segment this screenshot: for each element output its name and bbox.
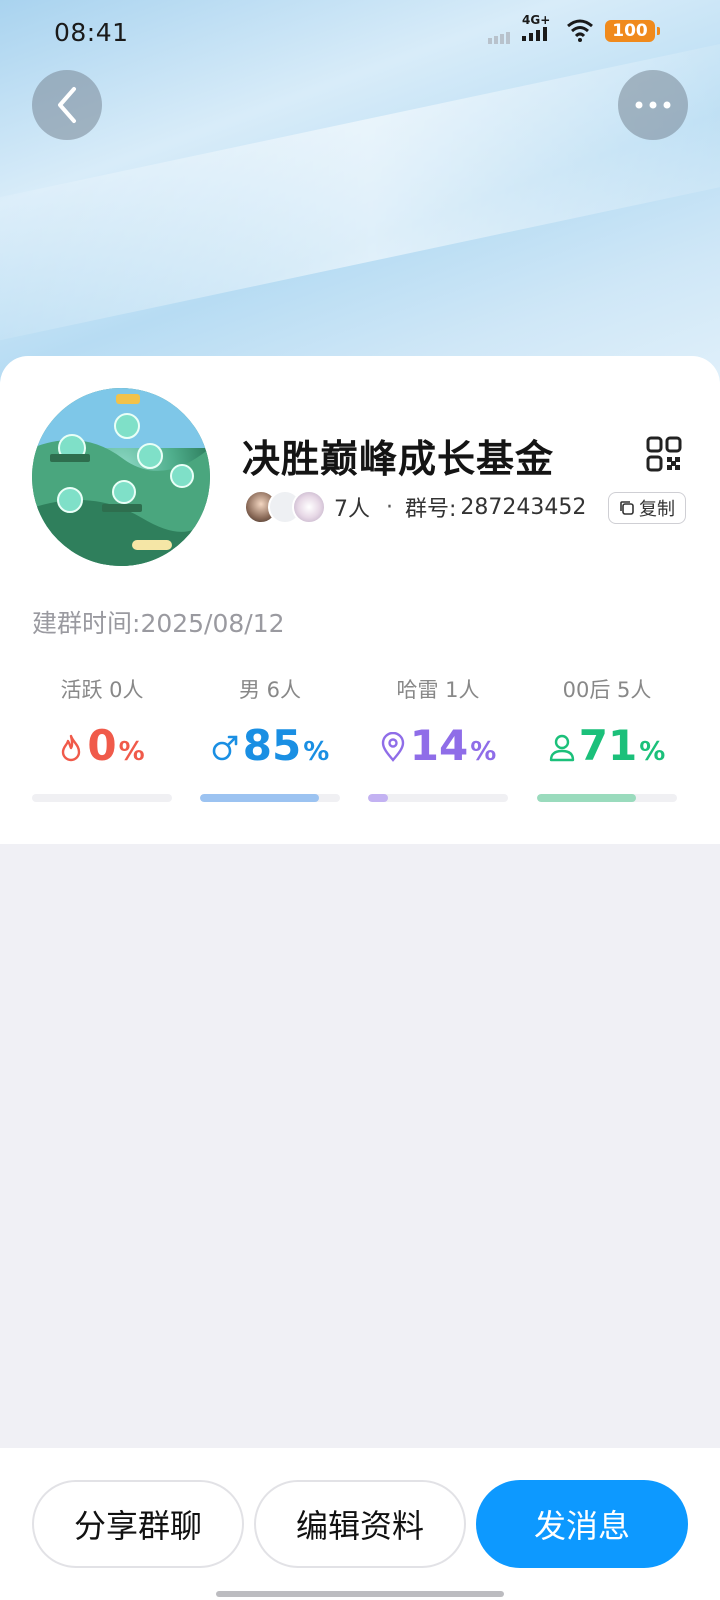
share-group-button[interactable]: 分享群聊 [32,1480,244,1568]
stat-male[interactable]: 男 6人 85 % [200,674,340,802]
created-time: 建群时间:2025/08/12 [32,604,285,640]
stat-number: 0 [87,721,117,770]
stat-value-row: 71 % [537,722,677,768]
stat-progress-fill [368,794,388,802]
copy-button[interactable]: 复制 [608,492,686,524]
stat-label: 哈雷 1人 [396,678,480,702]
members-row[interactable]: 7人 · 群号: 287243452 [244,490,586,524]
copy-icon [620,501,634,515]
stat-unit: % [470,737,497,767]
qr-code-icon[interactable] [646,436,682,472]
member-count: 7人 [334,497,370,522]
stat-location[interactable]: 哈雷 1人 14 % [368,674,508,802]
back-button[interactable] [32,70,102,140]
wifi-icon [567,19,593,42]
stat-label: 00后 5人 [562,678,652,702]
stat-unit: % [639,737,666,767]
stat-unit: % [303,737,330,767]
member-avatar [292,490,326,524]
stat-progress-bar [200,794,340,802]
location-pin-icon [381,732,404,762]
stat-value-row: 14 % [368,722,508,768]
stat-number: 71 [578,721,638,770]
created-label: 建群时间: [32,609,141,638]
more-dots-icon [635,101,671,109]
stat-label: 男 6人 [238,678,302,702]
bottom-action-bar: 分享群聊 编辑资料 发消息 [0,1448,720,1600]
male-icon [212,735,238,761]
group-id-label: 群号: [405,497,457,522]
separator-dot: · [386,494,393,520]
stat-unit: % [118,737,145,767]
stat-progress-bar [32,794,172,802]
group-avatar-image [32,388,210,566]
group-info-card: 决胜巅峰成长基金 7人 · 群号: 287243452 复制 建群时间:2025… [0,356,720,844]
stat-value-row: 85 % [200,722,340,768]
signal-weak-icon [488,32,510,44]
stat-label: 活跃 0人 [60,678,144,702]
stat-value-row: 0 % [32,722,172,768]
stat-progress-fill [200,794,319,802]
battery-indicator: 100 [605,20,660,42]
group-name: 决胜巅峰成长基金 [242,437,555,481]
stat-progress-fill [537,794,637,802]
copy-label: 复制 [639,499,675,520]
stat-progress-bar [368,794,508,802]
stat-active[interactable]: 活跃 0人 0 % [32,674,172,802]
home-indicator[interactable] [216,1591,504,1597]
edit-profile-button[interactable]: 编辑资料 [254,1480,466,1568]
stat-number: 14 [409,721,469,770]
group-avatar[interactable] [32,388,210,566]
cellular-4g-icon: 4G+ [522,14,550,45]
stats-section: 活跃 0人 0 % 男 6人 85 % 哈雷 1人 14 % 00后 5人 71… [32,674,688,804]
stat-progress-bar [537,794,677,802]
send-message-button[interactable]: 发消息 [476,1480,688,1568]
group-id-value: 287243452 [460,494,587,520]
created-value: 2025/08/12 [140,609,285,638]
more-button[interactable] [618,70,688,140]
person-icon [549,734,574,762]
stat-age[interactable]: 00后 5人 71 % [537,674,677,802]
flame-icon [62,734,81,762]
chevron-left-icon [58,87,76,123]
status-bar: 08:41 4G+ 100 [0,0,720,64]
status-time: 08:41 [54,18,129,47]
stat-number: 85 [242,721,302,770]
